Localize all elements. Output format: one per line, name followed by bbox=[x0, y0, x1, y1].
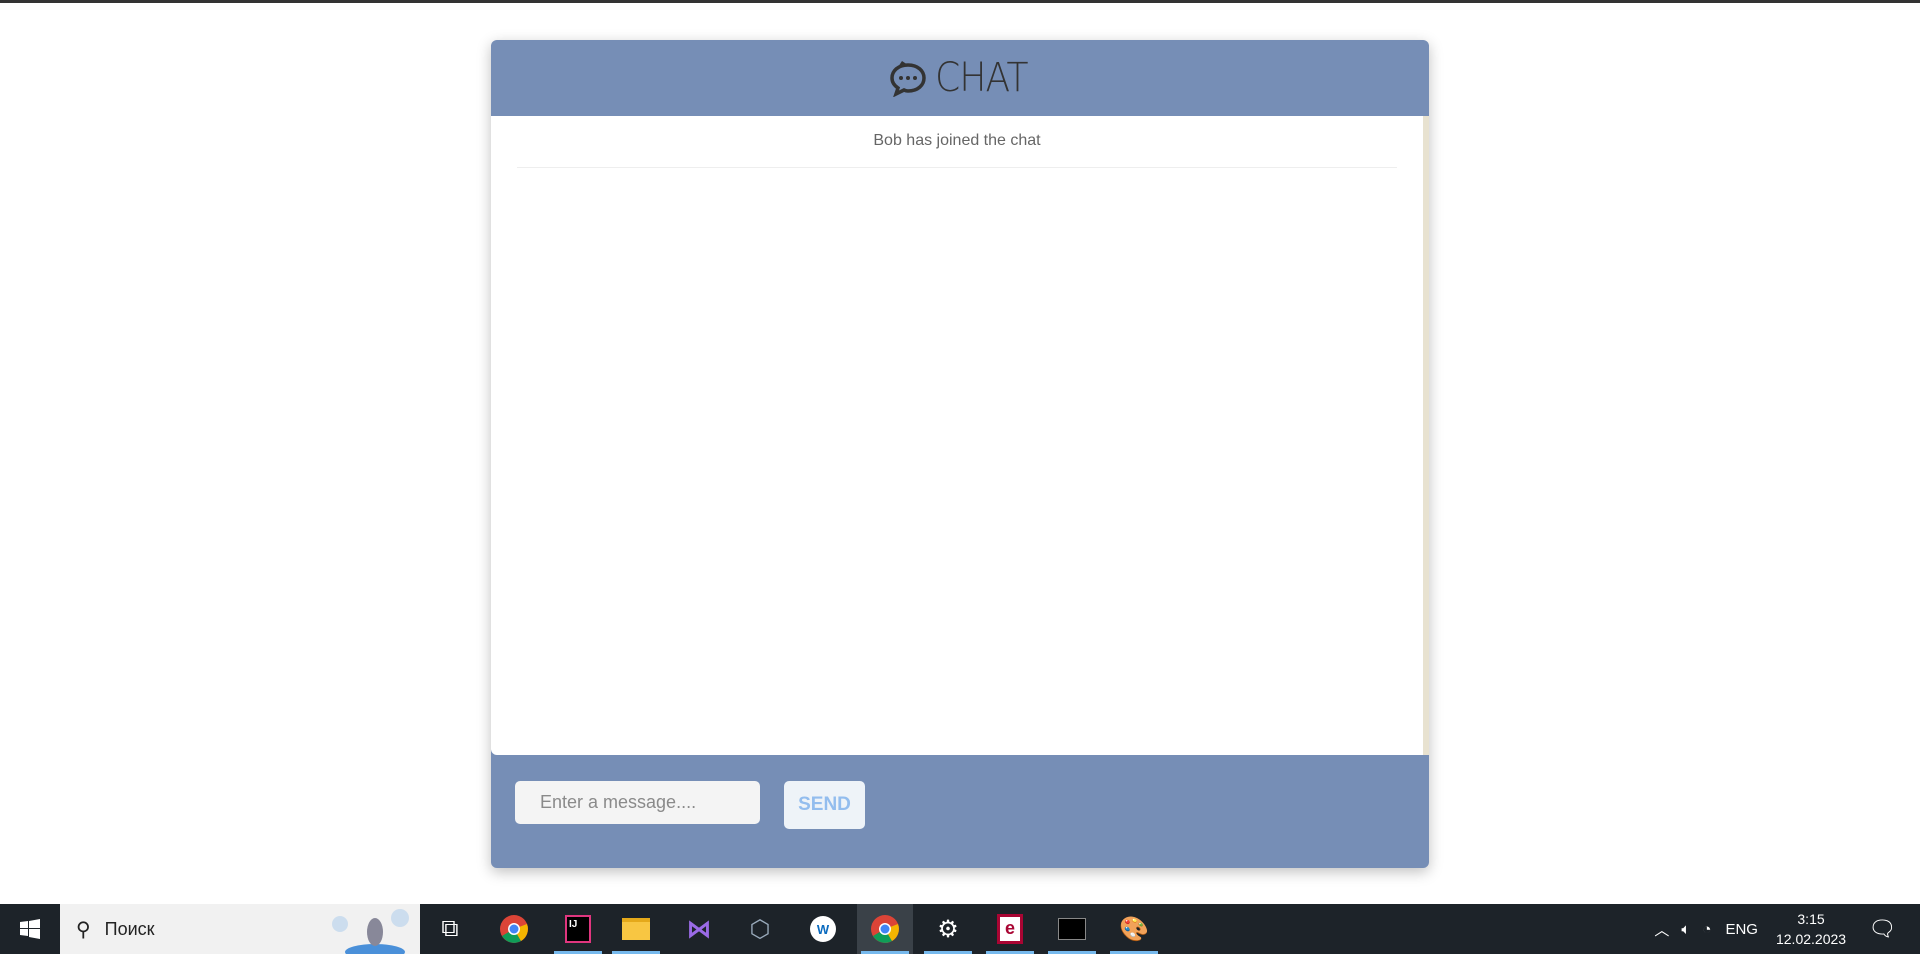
windows-icon bbox=[20, 919, 40, 939]
volume-icon[interactable]: 🔈︎ bbox=[1681, 921, 1690, 938]
file-explorer-icon[interactable] bbox=[608, 904, 664, 954]
search-label: Поиск bbox=[104, 918, 155, 939]
logo: CHAT bbox=[888, 55, 1033, 101]
composer: SEND bbox=[491, 755, 1429, 868]
taskbar-search[interactable]: ⚲ Поиск bbox=[60, 904, 420, 954]
settings-icon[interactable]: ⚙ bbox=[920, 904, 976, 954]
send-button[interactable]: SEND bbox=[784, 781, 865, 829]
logo-text: CHAT bbox=[934, 55, 1028, 101]
chrome-active-icon[interactable] bbox=[857, 904, 913, 954]
paint-icon[interactable]: 🎨 bbox=[1106, 904, 1162, 954]
chat-window: CHAT Bob has joined the chat SEND bbox=[491, 40, 1429, 868]
search-highlight-image bbox=[332, 909, 409, 954]
chat-bubble-icon bbox=[889, 61, 926, 97]
system-message: Bob has joined the chat bbox=[517, 116, 1397, 168]
browser-top-border bbox=[0, 0, 1920, 3]
system-tray: ︿ 🔈︎ ◔ ENG 3:15 12.02.2023 🗨︎ bbox=[1654, 904, 1920, 954]
language-indicator[interactable]: ENG bbox=[1725, 921, 1758, 938]
chat-header: CHAT bbox=[491, 40, 1429, 116]
message-input[interactable] bbox=[515, 781, 760, 824]
erlang-icon[interactable]: e bbox=[982, 904, 1038, 954]
intellij-icon[interactable]: IJ bbox=[550, 904, 606, 954]
chrome-icon[interactable] bbox=[486, 904, 542, 954]
notifications-icon[interactable]: 🗨︎ bbox=[1868, 916, 1896, 942]
search-icon: ⚲ bbox=[76, 918, 91, 941]
visual-studio-icon[interactable]: ⋈ bbox=[671, 904, 727, 954]
clock-time: 3:15 bbox=[1797, 911, 1825, 927]
clock-date: 12.02.2023 bbox=[1775, 931, 1847, 947]
virtualbox-icon[interactable]: ⬡ bbox=[732, 904, 788, 954]
wifi-icon[interactable]: ◔ bbox=[1702, 921, 1711, 938]
chevron-up-icon[interactable]: ︿ bbox=[1654, 919, 1669, 940]
terminal-icon[interactable] bbox=[1044, 904, 1100, 954]
app-icon[interactable]: W bbox=[795, 904, 851, 954]
taskbar: ⚲ Поиск ⧉ IJ ⋈ ⬡ W ⚙ e 🎨 ︿ 🔈︎ ◔ ENG 3:15… bbox=[0, 904, 1920, 954]
message-area: Bob has joined the chat bbox=[491, 116, 1429, 755]
clock[interactable]: 3:15 12.02.2023 bbox=[1776, 909, 1846, 949]
task-view-icon[interactable]: ⧉ bbox=[422, 904, 478, 954]
start-button[interactable] bbox=[0, 904, 60, 954]
